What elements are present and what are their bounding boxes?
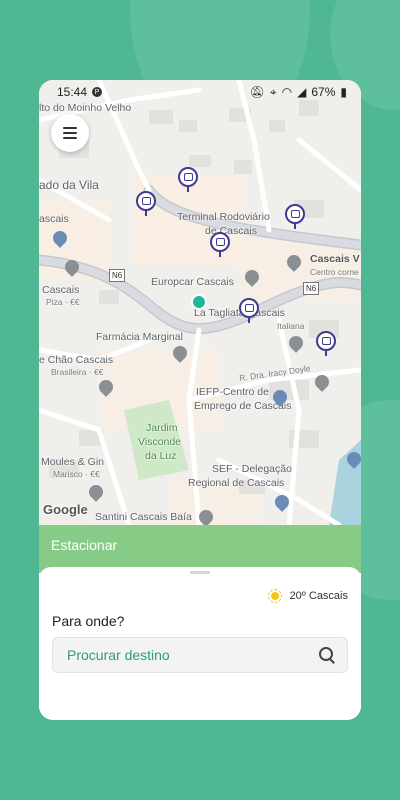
map-label: Europcar Cascais <box>151 276 234 288</box>
search-icon[interactable] <box>319 647 335 663</box>
hamburger-icon <box>63 127 77 129</box>
wifi-icon: ◠ <box>281 85 293 99</box>
map-label: Centro come <box>310 267 359 277</box>
google-logo: Google <box>43 502 88 517</box>
sun-icon <box>267 588 283 604</box>
weather-text: 20º Cascais <box>289 590 348 602</box>
map-label: Jardim <box>146 422 178 434</box>
hamburger-icon <box>63 132 77 134</box>
status-time: 15:44 <box>57 85 88 99</box>
road-sign: N6 <box>109 269 126 282</box>
map-label: Moules & Gin <box>41 456 105 468</box>
search-input[interactable] <box>65 646 319 664</box>
bus-stop-icon[interactable] <box>178 167 198 192</box>
map-label: Farmácia Marginal <box>96 331 183 343</box>
map-label: Santini Cascais Baía <box>95 511 192 523</box>
battery-icon: ▮ <box>340 85 347 99</box>
map-label: Brasileira · €€ <box>51 367 104 377</box>
park-tab[interactable]: Estacionar <box>39 525 361 573</box>
map-label: Cascais V <box>310 253 360 265</box>
map-label: Marisco · €€ <box>53 469 100 479</box>
bus-stop-icon[interactable] <box>316 331 336 356</box>
drag-handle[interactable] <box>190 571 210 574</box>
map-label: IEFP-Centro de <box>196 386 269 398</box>
map-label: ado da Vila <box>39 178 99 192</box>
map-label: SEF - Delegação <box>212 463 292 475</box>
app-screen: lto do Moinho Velho ado da Vila ascais T… <box>39 80 361 720</box>
map-label: e Chão Cascais <box>39 354 114 366</box>
weather-widget: 20º Cascais <box>267 588 348 604</box>
notification-icon: P <box>92 87 103 97</box>
destination-question: Para onde? <box>52 613 125 629</box>
map-label: da Luz <box>145 450 177 462</box>
map-label: ascais <box>39 213 69 225</box>
map-label: Regional de Cascais <box>188 477 285 489</box>
battery-level: 67% <box>311 85 336 99</box>
mute-icon: 🔕︎ <box>249 85 265 99</box>
map-label: Visconde <box>138 436 182 448</box>
park-tab-label: Estacionar <box>51 537 118 553</box>
menu-button[interactable] <box>51 114 89 152</box>
bus-stop-icon[interactable] <box>285 204 305 229</box>
map-label: Italiana <box>277 321 305 331</box>
map-view[interactable]: lto do Moinho Velho ado da Vila ascais T… <box>39 80 361 525</box>
status-bar: 15:44 P 🔕︎ ⌖ ◠ ◢ 67% ▮ <box>39 80 361 104</box>
bus-stop-icon[interactable] <box>136 191 156 216</box>
map-label: Piza · €€ <box>46 297 80 307</box>
map-label: Terminal Rodoviário <box>177 211 270 223</box>
map-label: Cascais <box>42 284 80 296</box>
bus-stop-icon[interactable] <box>239 298 259 323</box>
destination-search[interactable] <box>52 637 348 673</box>
bus-stop-icon[interactable] <box>210 232 230 257</box>
location-icon: ⌖ <box>269 84 277 99</box>
signal-icon: ◢ <box>297 85 307 99</box>
bottom-sheet: 20º Cascais Para onde? <box>39 567 361 720</box>
hamburger-icon <box>63 137 77 139</box>
road-sign: N6 <box>303 282 320 295</box>
current-location-marker <box>191 294 207 310</box>
